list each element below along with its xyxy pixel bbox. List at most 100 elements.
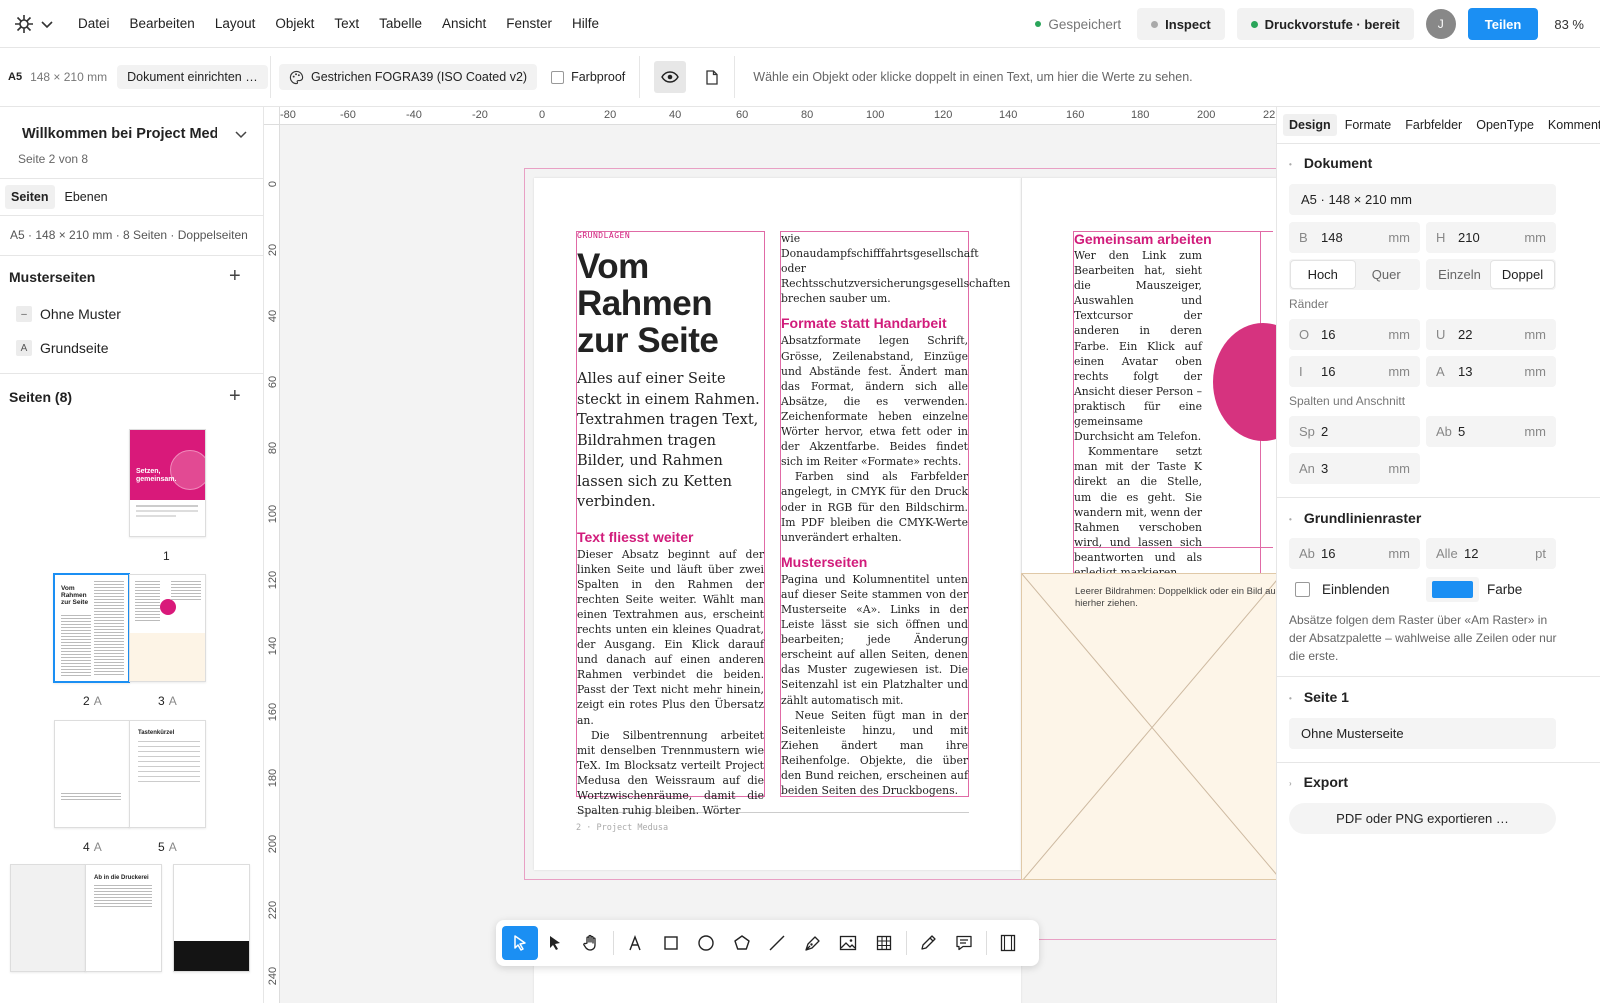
line-tool[interactable] [760, 926, 796, 960]
ruler-tick-label: 40 [267, 309, 279, 323]
color-proof-checkbox[interactable] [551, 70, 565, 84]
prepress-button[interactable]: Druckvorstufe · bereit [1236, 8, 1414, 40]
margin-inner-field[interactable]: I 16 mm [1289, 356, 1420, 387]
height-field[interactable]: H 210 mm [1426, 222, 1556, 253]
grid-color-fill [1432, 581, 1473, 598]
master-item-none[interactable]: – Ohne Muster [16, 306, 121, 322]
frame-view-tool[interactable] [991, 926, 1027, 960]
grid-show-toggle[interactable]: Einblenden [1295, 582, 1390, 597]
page-label-3: 3A [158, 694, 177, 708]
color-profile-button[interactable]: Gestrichen FOGRA39 (ISO Coated v2) [279, 64, 538, 90]
master-name: Ohne Muster [40, 306, 121, 322]
margin-bottom-field[interactable]: U 22 mm [1426, 319, 1556, 350]
text-tool[interactable] [618, 926, 654, 960]
section-page[interactable]: • Seite 1 [1289, 689, 1349, 705]
menu-layout[interactable]: Layout [215, 16, 256, 31]
tab-opentype[interactable]: OpenType [1470, 114, 1540, 136]
document-title[interactable]: Willkommen bei Project Medusa [22, 126, 217, 142]
menu-fenster[interactable]: Fenster [506, 16, 552, 31]
section-baseline-grid[interactable]: • Grundlinienraster [1289, 510, 1421, 526]
page-master-select[interactable]: Ohne Musterseite [1289, 718, 1556, 749]
bleed-field[interactable]: An 3 mm [1289, 453, 1420, 484]
grid-show-checkbox[interactable] [1295, 582, 1310, 597]
section-document[interactable]: • Dokument [1289, 155, 1372, 171]
page-thumbnail-1[interactable]: Setzen, gemeinsam. [129, 429, 206, 537]
margin-outer-field[interactable]: A 13 mm [1426, 356, 1556, 387]
chevron-down-icon[interactable] [234, 127, 248, 141]
ruler-horizontal[interactable]: -80 -60 -40 -20 0 20 40 60 80 100 120 14… [280, 107, 1276, 125]
margin-top-field[interactable]: O 16 mm [1289, 319, 1420, 350]
width-field[interactable]: B 148 mm [1289, 222, 1420, 253]
polygon-tool[interactable] [724, 926, 760, 960]
page-thumbnail-7[interactable]: Ab in die Druckerei [85, 864, 162, 972]
section-export[interactable]: › Export [1289, 774, 1348, 790]
ruler-tick-label: 240 [267, 966, 279, 986]
master-letter: A [168, 840, 177, 854]
grid-color-swatch[interactable] [1426, 577, 1479, 602]
menu-tabelle[interactable]: Tabelle [379, 16, 422, 31]
table-tool[interactable] [866, 926, 902, 960]
direct-select-tool[interactable] [538, 926, 574, 960]
tab-design[interactable]: Design [1283, 114, 1337, 136]
hand-tool[interactable] [573, 926, 609, 960]
orientation-landscape[interactable]: Quer [1355, 261, 1419, 288]
add-master-button[interactable]: + [229, 265, 241, 288]
tab-comments[interactable]: Kommentare [1542, 114, 1600, 136]
page-view-button[interactable] [700, 61, 724, 93]
menu-ansicht[interactable]: Ansicht [442, 16, 486, 31]
avatar[interactable]: J [1425, 9, 1456, 39]
ruler-vertical[interactable]: 0 20 40 60 80 100 120 140 160 180 200 22… [264, 125, 280, 1003]
grid-increment-field[interactable]: Alle 12 pt [1426, 538, 1556, 569]
column-gap-field[interactable]: Ab 5 mm [1426, 416, 1556, 447]
ruler-tick-label: 80 [267, 441, 279, 455]
page-thumbnail-5[interactable]: Tastenkürzel [129, 720, 206, 828]
page-label-2: 2A [83, 694, 102, 708]
pages-heading: Seiten (8) [9, 389, 73, 405]
master-item-a[interactable]: A Grundseite [16, 340, 108, 356]
eye-icon [661, 71, 680, 83]
tab-formats[interactable]: Formate [1339, 114, 1398, 136]
menu-objekt[interactable]: Objekt [275, 16, 314, 31]
tab-swatches[interactable]: Farbfelder [1399, 114, 1468, 136]
rectangle-tool[interactable] [653, 926, 689, 960]
page-thumbnail-2[interactable]: Vom Rahmen zur Seite [53, 573, 130, 683]
pen-tool[interactable] [795, 926, 831, 960]
tab-pages[interactable]: Seiten [5, 185, 55, 209]
comment-tool[interactable] [946, 926, 982, 960]
image-frame-tool[interactable] [831, 926, 867, 960]
spread-double[interactable]: Doppel [1491, 261, 1554, 288]
page-thumbnail-6[interactable] [10, 864, 86, 972]
export-button[interactable]: PDF oder PNG exportieren … [1289, 803, 1556, 834]
ruler-tick-label: 60 [736, 109, 749, 121]
preview-toggle-button[interactable] [654, 61, 687, 93]
add-page-button[interactable]: + [229, 385, 241, 408]
select-tool[interactable] [502, 926, 538, 960]
page-thumbnail-4[interactable] [54, 720, 130, 828]
menu-hilfe[interactable]: Hilfe [572, 16, 599, 31]
thumb-line [136, 505, 198, 507]
ellipse-tool[interactable] [689, 926, 725, 960]
spread-single[interactable]: Einzeln [1428, 261, 1491, 288]
document-format-select[interactable]: A5 · 148 × 210 mm [1289, 184, 1556, 215]
page-thumbnail-8[interactable] [173, 864, 250, 972]
empty-image-frame[interactable]: Leerer Bildrahmen: Doppelklick oder ein … [1021, 573, 1276, 880]
heading-masters: Musterseiten [781, 553, 868, 570]
canvas[interactable]: -80 -60 -40 -20 0 20 40 60 80 100 120 14… [264, 107, 1276, 1003]
menu-datei[interactable]: Datei [78, 16, 110, 31]
document-setup-button[interactable]: Dokument einrichten … [117, 65, 268, 89]
inspect-button[interactable]: Inspect [1137, 8, 1225, 40]
share-button[interactable]: Teilen [1467, 8, 1539, 40]
menu-bearbeiten[interactable]: Bearbeiten [130, 16, 195, 31]
app-logo-menu[interactable] [12, 0, 56, 48]
tab-layers[interactable]: Ebenen [61, 185, 112, 209]
orientation-portrait[interactable]: Hoch [1291, 261, 1355, 288]
grid-start-field[interactable]: Ab 16 mm [1289, 538, 1420, 569]
pencil-tool[interactable] [911, 926, 947, 960]
zoom-level[interactable]: 83 % [1554, 17, 1584, 32]
color-proof-toggle[interactable]: Farbproof [551, 70, 625, 84]
page-thumbnail-3[interactable] [129, 574, 206, 682]
page-indicator: Seite 2 von 8 [18, 152, 89, 166]
menu-text[interactable]: Text [334, 16, 359, 31]
columns-field[interactable]: Sp 2 [1289, 416, 1420, 447]
field-label: Alle [1436, 546, 1458, 561]
